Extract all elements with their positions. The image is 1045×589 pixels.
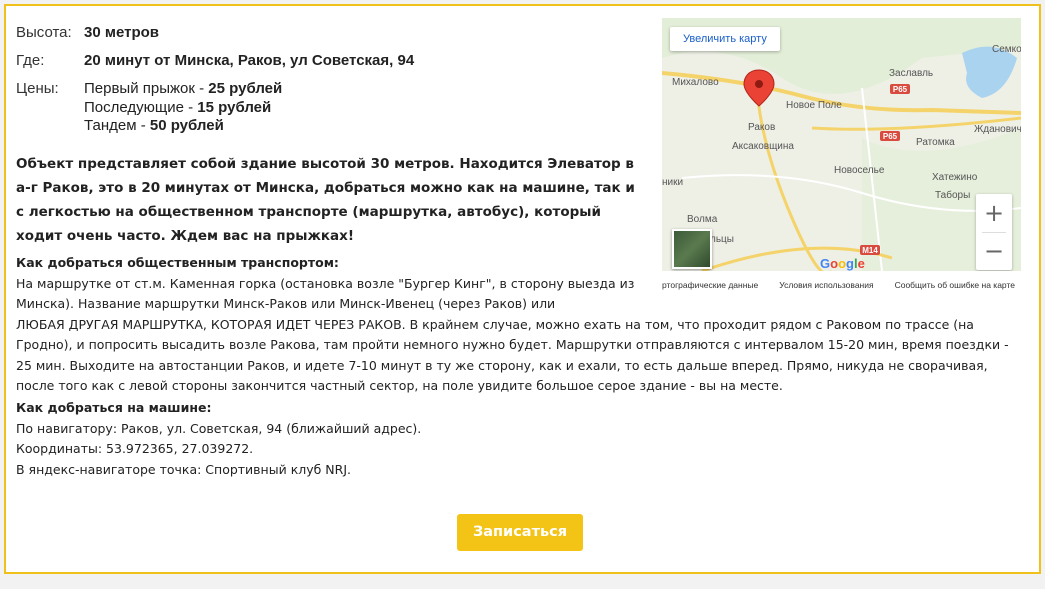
google-map[interactable]: Михалово Новое Поле Заславль Семко Раков… xyxy=(662,18,1021,271)
location-value: 20 минут от Минска, Раков, ул Советская,… xyxy=(84,52,415,69)
map-town-label: Ратомка xyxy=(916,137,955,148)
height-value: 30 метров xyxy=(84,24,159,41)
car-navigator-text: По навигатору: Раков, ул. Советская, 94 … xyxy=(16,420,422,436)
car-coordinates-text: Координаты: 53.972365, 27.039272. xyxy=(16,441,254,456)
height-label: Высота: xyxy=(16,24,72,41)
map-town-label: Аксаковщина xyxy=(732,141,794,152)
map-canvas: Михалово Новое Поле Заславль Семко Раков… xyxy=(662,18,1021,271)
price-value: 50 рублей xyxy=(149,117,224,134)
google-logo: Google xyxy=(820,256,865,271)
map-town-label: ники xyxy=(662,177,683,188)
price-item: Первый прыжок - 25 рублей xyxy=(84,80,283,97)
road-shield-label: M14 xyxy=(862,246,878,255)
map-town-label: Семко xyxy=(992,44,1021,55)
map-town-label: Хатежино xyxy=(932,172,978,183)
road-shield-label: P65 xyxy=(893,85,908,94)
zoom-controls: + − xyxy=(976,194,1012,270)
object-description: Объект представляет собой здание высотой… xyxy=(16,156,635,244)
car-title: Как добраться на машине: xyxy=(16,400,212,415)
map-town-label: Новоселье xyxy=(834,165,885,176)
map-town-label: Волма xyxy=(687,214,718,225)
location-label: Где: xyxy=(16,52,45,69)
price-value: 15 рублей xyxy=(197,98,272,116)
height-row: Высота: 30 метров xyxy=(16,24,646,42)
map-town-label: Новое Поле xyxy=(786,100,842,111)
prices-list: Первый прыжок - 25 рублей Последующие - … xyxy=(84,80,282,136)
terms-of-use-link[interactable]: Условия использования xyxy=(779,280,873,290)
price-item: Последующие - 15 рублей xyxy=(84,98,272,116)
map-town-label: Заславль xyxy=(889,68,933,79)
map-data-credit: ртографические данные xyxy=(662,280,759,290)
map-town-label: Ждановичи xyxy=(974,124,1021,135)
road-shield-label: P65 xyxy=(883,132,898,141)
car-yandex-text: В яндекс-навигаторе точка: Спортивный кл… xyxy=(16,461,352,477)
location-row: Где: 20 минут от Минска, Раков, ул Совет… xyxy=(16,52,646,70)
public-transport-text-part2: ЛЮБАЯ ДРУГАЯ МАРШРУТКА, КОТОРАЯ ИДЕТ ЧЕР… xyxy=(16,316,1009,394)
zoom-out-button[interactable]: − xyxy=(976,232,1012,270)
car-section: Как добраться на машине: По навигатору: … xyxy=(16,398,1026,480)
map-town-label: Михалово xyxy=(672,77,719,88)
public-transport-text-part1: На маршрутке от ст.м. Каменная горка (ос… xyxy=(16,275,635,312)
zoom-divider xyxy=(982,232,1006,233)
public-transport-section: Как добраться общественным транспортом: … xyxy=(16,253,1026,397)
map-footer: ртографические данные Условия использова… xyxy=(662,280,1021,290)
signup-button[interactable]: Записаться xyxy=(457,514,583,551)
map-town-label: льцы xyxy=(710,234,734,245)
prices-label: Цены: xyxy=(16,80,59,97)
map-town-label: Раков xyxy=(748,122,775,133)
zoom-in-button[interactable]: + xyxy=(976,194,1012,232)
jump-details: Высота: 30 метров Где: 20 минут от Минск… xyxy=(16,24,646,146)
price-item: Тандем - 50 рублей xyxy=(84,117,224,134)
map-town-label: Таборы xyxy=(935,189,970,201)
prices-row: Цены: Первый прыжок - 25 рублей Последую… xyxy=(16,80,646,136)
enlarge-map-button[interactable]: Увеличить карту xyxy=(670,27,780,51)
price-value: 25 рублей xyxy=(208,80,283,97)
satellite-view-toggle[interactable] xyxy=(672,229,712,269)
report-map-error-link[interactable]: Сообщить об ошибке на карте xyxy=(895,280,1015,290)
